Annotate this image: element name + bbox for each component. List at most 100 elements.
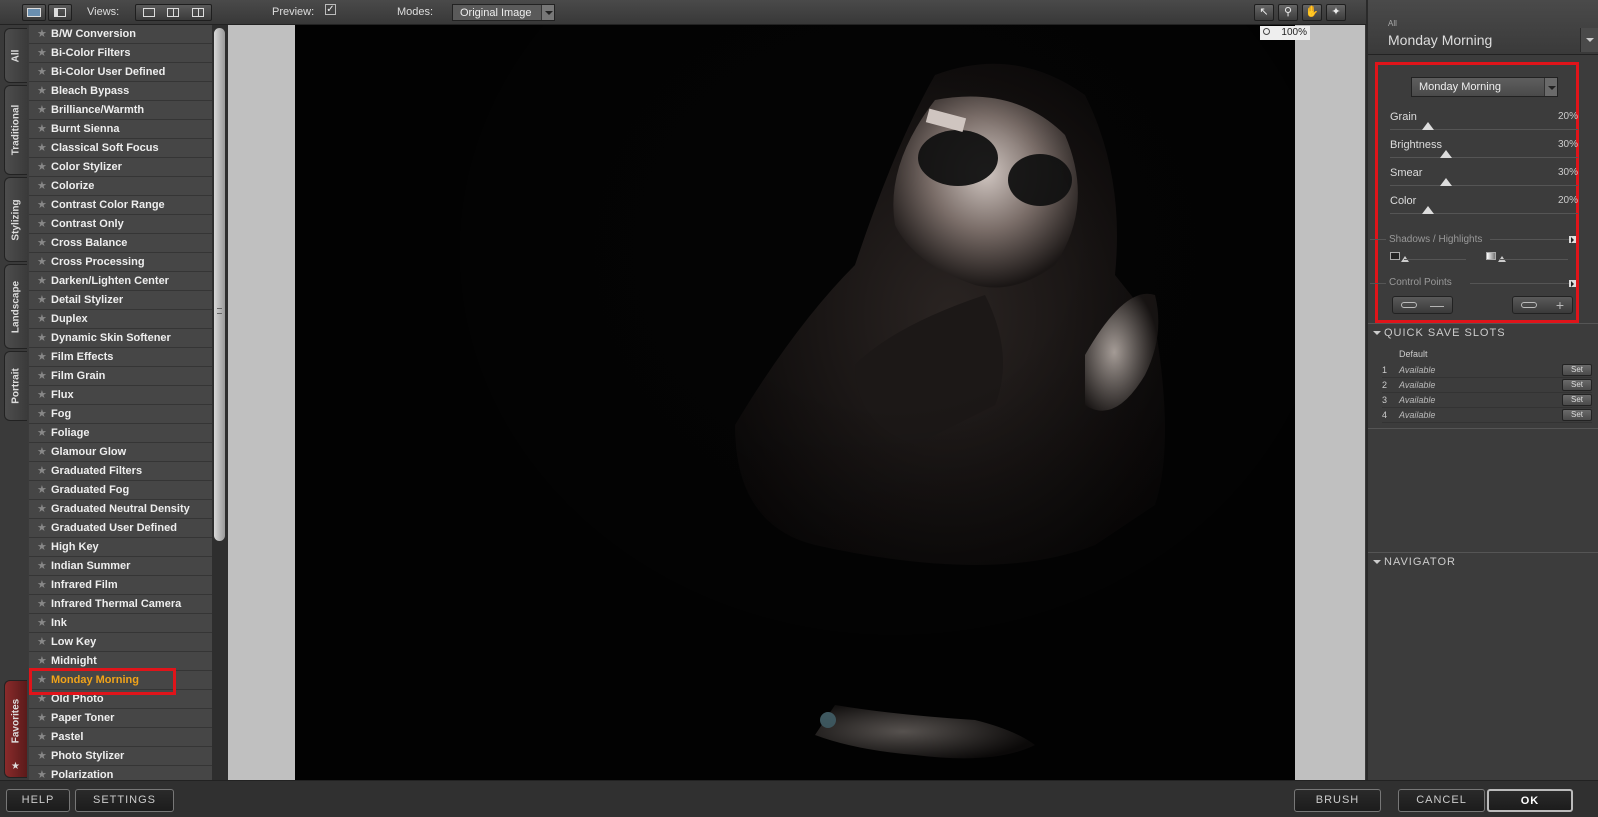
filter-item[interactable]: ★ Cross Processing — [29, 253, 212, 272]
slider-thumb[interactable] — [1440, 150, 1453, 158]
filter-item[interactable]: ★ B/W Conversion — [29, 25, 212, 44]
filter-item[interactable]: ★ Fog — [29, 405, 212, 424]
star-icon[interactable]: ★ — [37, 253, 47, 272]
filter-item[interactable]: ★ Film Grain — [29, 367, 212, 386]
hand-tool-icon[interactable]: ✋ — [1302, 4, 1322, 21]
star-icon[interactable]: ★ — [37, 215, 47, 234]
star-icon[interactable]: ★ — [37, 386, 47, 405]
star-icon[interactable]: ★ — [37, 25, 47, 44]
brush-button[interactable]: BRUSH — [1294, 789, 1381, 812]
preset-dropdown[interactable]: Monday Morning — [1411, 77, 1558, 97]
single-view-icon-button[interactable] — [22, 4, 46, 21]
slider-smear[interactable]: Smear 30% — [1390, 167, 1578, 195]
navigator-header[interactable]: NAVIGATOR — [1368, 552, 1598, 570]
side-by-side-view-icon[interactable] — [192, 8, 204, 17]
slider-thumb[interactable] — [1440, 178, 1453, 186]
star-icon[interactable]: ★ — [37, 101, 47, 120]
filter-item[interactable]: ★ Contrast Only — [29, 215, 212, 234]
filter-item[interactable]: ★ Pastel — [29, 728, 212, 747]
star-icon[interactable]: ★ — [37, 747, 47, 766]
remove-control-point-button[interactable]: — — [1392, 296, 1453, 314]
star-icon[interactable]: ★ — [37, 196, 47, 215]
set-slot-button[interactable]: Set — [1562, 394, 1592, 406]
light-tool-icon[interactable]: ✦ — [1326, 4, 1346, 21]
slider-grain[interactable]: Grain 20% — [1390, 111, 1578, 139]
help-button[interactable]: HELP — [6, 789, 70, 812]
filter-item[interactable]: ★ Bi-Color User Defined — [29, 63, 212, 82]
star-icon[interactable]: ★ — [37, 120, 47, 139]
filter-item[interactable]: ★ Classical Soft Focus — [29, 139, 212, 158]
filter-item[interactable]: ★ Film Effects — [29, 348, 212, 367]
highlights-slider-track[interactable] — [1500, 259, 1568, 260]
slider-track[interactable] — [1390, 213, 1578, 214]
list-view-icon-button[interactable] — [48, 4, 72, 21]
filter-item[interactable]: ★ Foliage — [29, 424, 212, 443]
filter-item[interactable]: ★ Graduated Filters — [29, 462, 212, 481]
filter-item[interactable]: ★ Contrast Color Range — [29, 196, 212, 215]
filter-item[interactable]: ★ Darken/Lighten Center — [29, 272, 212, 291]
single-view-icon[interactable] — [143, 8, 155, 17]
filter-item[interactable]: ★ Paper Toner — [29, 709, 212, 728]
star-icon[interactable]: ★ — [37, 310, 47, 329]
star-icon[interactable]: ★ — [37, 348, 47, 367]
star-icon[interactable]: ★ — [37, 500, 47, 519]
modes-dropdown[interactable]: Original Image — [452, 4, 555, 21]
slider-track[interactable] — [1390, 129, 1578, 130]
star-icon[interactable]: ★ — [37, 462, 47, 481]
star-icon[interactable]: ★ — [37, 633, 47, 652]
filter-item[interactable]: ★ Burnt Sienna — [29, 120, 212, 139]
settings-button[interactable]: SETTINGS — [75, 789, 174, 812]
quick-save-header[interactable]: QUICK SAVE SLOTS — [1368, 323, 1598, 341]
star-icon[interactable]: ★ — [37, 557, 47, 576]
set-slot-button[interactable]: Set — [1562, 409, 1592, 421]
filter-item[interactable]: ★ Indian Summer — [29, 557, 212, 576]
star-icon[interactable]: ★ — [37, 728, 47, 747]
star-icon[interactable]: ★ — [37, 329, 47, 348]
star-icon[interactable]: ★ — [37, 44, 47, 63]
filter-item[interactable]: ★ High Key — [29, 538, 212, 557]
filter-item[interactable]: ★ Infrared Film — [29, 576, 212, 595]
star-icon[interactable]: ★ — [37, 367, 47, 386]
slider-brightness[interactable]: Brightness 30% — [1390, 139, 1578, 167]
star-icon[interactable]: ★ — [37, 177, 47, 196]
zoom-tool-icon[interactable]: ⚲ — [1278, 4, 1298, 21]
star-icon[interactable]: ★ — [37, 158, 47, 177]
star-icon[interactable]: ★ — [37, 481, 47, 500]
ok-button[interactable]: OK — [1487, 789, 1573, 812]
star-icon[interactable]: ★ — [37, 519, 47, 538]
tab-all[interactable]: All — [4, 28, 27, 83]
tab-stylizing[interactable]: Stylizing — [4, 177, 27, 262]
star-icon[interactable]: ★ — [37, 424, 47, 443]
star-icon[interactable]: ★ — [37, 139, 47, 158]
star-icon[interactable]: ★ — [37, 595, 47, 614]
set-slot-button[interactable]: Set — [1562, 379, 1592, 391]
filter-item[interactable]: ★ Brilliance/Warmth — [29, 101, 212, 120]
tab-portrait[interactable]: Portrait — [4, 351, 27, 421]
filter-item[interactable]: ★ Bi-Color Filters — [29, 44, 212, 63]
set-slot-button[interactable]: Set — [1562, 364, 1592, 376]
star-icon[interactable]: ★ — [37, 443, 47, 462]
slider-track[interactable] — [1390, 185, 1578, 186]
star-icon[interactable]: ★ — [37, 576, 47, 595]
star-icon[interactable]: ★ — [37, 272, 47, 291]
star-icon[interactable]: ★ — [37, 291, 47, 310]
star-icon[interactable]: ★ — [37, 234, 47, 253]
star-icon[interactable]: ★ — [37, 614, 47, 633]
filter-item[interactable]: ★ Low Key — [29, 633, 212, 652]
filter-item[interactable]: ★ Graduated Neutral Density — [29, 500, 212, 519]
slider-track[interactable] — [1390, 157, 1578, 158]
tab-traditional[interactable]: Traditional — [4, 85, 27, 175]
pointer-tool-icon[interactable]: ↖ — [1254, 4, 1274, 21]
slider-thumb[interactable] — [1421, 206, 1434, 214]
add-control-point-button[interactable]: + — [1512, 296, 1573, 314]
star-icon[interactable]: ★ — [37, 82, 47, 101]
star-icon[interactable]: ★ — [37, 538, 47, 557]
filter-item[interactable]: ★ Dynamic Skin Softener — [29, 329, 212, 348]
star-icon[interactable]: ★ — [37, 63, 47, 82]
slider-color[interactable]: Color 20% — [1390, 195, 1578, 223]
panel-menu-button[interactable] — [1580, 28, 1598, 52]
preview-checkbox[interactable]: ✓ — [325, 4, 336, 15]
filter-item[interactable]: ★ Cross Balance — [29, 234, 212, 253]
filter-list-scrollbar[interactable] — [212, 25, 228, 780]
star-icon[interactable]: ★ — [37, 709, 47, 728]
